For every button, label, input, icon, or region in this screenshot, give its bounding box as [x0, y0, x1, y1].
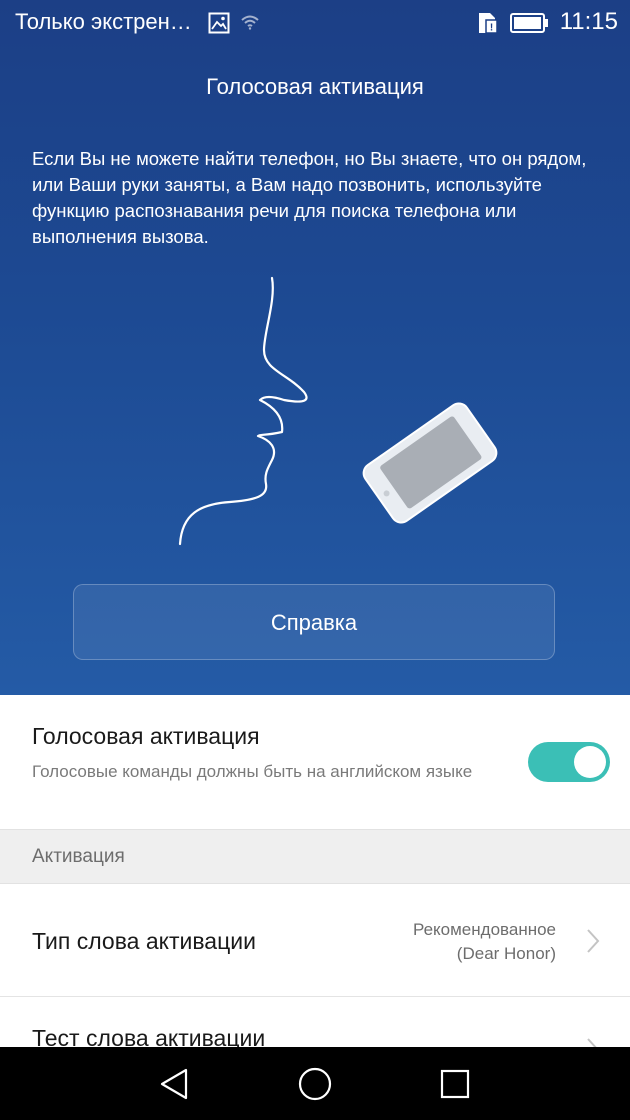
voice-activation-toggle[interactable]	[528, 742, 610, 782]
hero-panel: Только экстрен… ! 11:15 Голосовая актива…	[0, 0, 630, 695]
phone-icon	[362, 402, 498, 524]
toggle-knob	[574, 746, 606, 778]
face-profile-icon	[178, 276, 308, 546]
section-header-label: Активация	[32, 846, 125, 867]
section-header-activation: Активация	[0, 829, 630, 884]
voice-illustration	[160, 270, 520, 560]
home-icon[interactable]	[296, 1065, 334, 1103]
wake-word-type-value-line1: Рекомендованное	[412, 920, 556, 939]
chevron-right-icon	[586, 928, 600, 954]
wake-word-type-item[interactable]: Тип слова активации Рекомендованное (Dea…	[0, 884, 630, 997]
voice-activation-screen: Только экстрен… ! 11:15 Голосовая актива…	[0, 0, 630, 1120]
back-icon[interactable]	[156, 1065, 194, 1103]
voice-activation-title: Голосовая активация	[32, 723, 260, 749]
hero-description: Если Вы не можете найти телефон, но Вы з…	[32, 148, 587, 247]
sim-icon: !	[476, 11, 500, 40]
carrier-text: Только экстрен…	[15, 9, 192, 34]
wake-word-type-value: Рекомендованное (Dear Honor)	[413, 918, 556, 966]
page-title: Голосовая активация	[206, 74, 424, 99]
voice-activation-summary: Голосовые команды должны быть на английс…	[32, 762, 473, 781]
help-button[interactable]: Справка	[73, 584, 555, 660]
status-bar: Только экстрен… ! 11:15	[0, 0, 630, 46]
navigation-bar	[0, 1047, 630, 1120]
image-icon	[208, 12, 230, 39]
wifi-icon	[240, 14, 260, 35]
voice-activation-setting[interactable]: Голосовая активация Голосовые команды до…	[0, 695, 630, 829]
wake-word-type-value-line2: (Dear Honor)	[456, 944, 556, 963]
wake-word-type-label: Тип слова активации	[32, 928, 256, 954]
recents-icon[interactable]	[436, 1065, 474, 1103]
battery-icon	[510, 13, 550, 38]
svg-text:!: !	[490, 23, 493, 34]
status-time: 11:15	[559, 8, 618, 35]
